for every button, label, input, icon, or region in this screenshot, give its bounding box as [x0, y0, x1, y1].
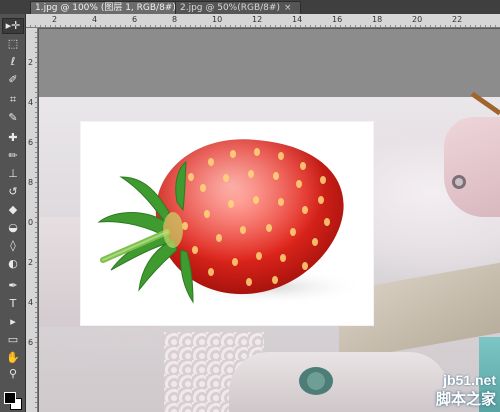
clone-stamp-icon[interactable]: ⊥	[2, 166, 24, 182]
move-icon[interactable]: ▸✛	[2, 18, 24, 34]
tab-label: 2.jpg @ 50%(RGB/8#)	[180, 3, 280, 13]
history-brush-icon[interactable]: ↺	[2, 184, 24, 200]
crop-icon[interactable]: ⌗	[2, 92, 24, 108]
ruler-tick-label: 2	[52, 15, 58, 24]
photo-flower	[299, 367, 333, 395]
ruler-tick-label: 4	[28, 98, 34, 107]
watermark: jb51.net 脚本之家	[436, 372, 496, 409]
dodge-icon[interactable]: ◐	[2, 256, 24, 272]
photo-pencil	[470, 91, 500, 116]
document-tab-bar: 1.jpg @ 100% (图层 1, RGB/8#) * × 2.jpg @ 5…	[0, 0, 500, 14]
ruler-tick-label: 12	[252, 15, 263, 24]
ruler-tick-label: 8	[172, 15, 178, 24]
vertical-ruler[interactable]: 2 4 6 8 0 2 4 6	[26, 28, 38, 412]
ruler-tick-label: 6	[28, 138, 34, 147]
type-icon[interactable]: T	[2, 296, 24, 312]
paint-bucket-icon[interactable]: ◒	[2, 220, 24, 236]
tools-panel: ▸✛ ⬚ ℓ ✐ ⌗ ✎ ✚ ✏ ⊥ ↺ ◆ ◒ ◊ ◐ ✒ T ▸ ▭ ✋ ⚲	[0, 14, 26, 412]
eyedropper-icon[interactable]: ✎	[2, 110, 24, 126]
ruler-tick-label: 22	[452, 15, 463, 24]
photo-ring	[452, 175, 466, 189]
shape-icon[interactable]: ▭	[2, 332, 24, 348]
close-icon[interactable]: ×	[284, 3, 292, 13]
ruler-tick-label: 2	[28, 58, 34, 67]
blur-icon[interactable]: ◊	[2, 238, 24, 254]
zoom-icon[interactable]: ⚲	[2, 366, 24, 382]
ruler-tick-label: 14	[292, 15, 303, 24]
lasso-icon[interactable]: ℓ	[2, 54, 24, 70]
tab-2-jpg[interactable]: 2.jpg @ 50%(RGB/8#) ×	[175, 1, 301, 14]
color-swatches[interactable]	[4, 384, 24, 412]
strawberry-layer[interactable]	[81, 122, 373, 325]
ruler-tick-label: 4	[92, 15, 98, 24]
ruler-tick-label: 20	[412, 15, 423, 24]
ruler-tick-label: 6	[132, 15, 138, 24]
ruler-tick-label: 10	[212, 15, 223, 24]
photo-hand	[444, 117, 500, 217]
watermark-text: 脚本之家	[435, 391, 496, 408]
photo-pillow	[229, 352, 449, 412]
marquee-icon[interactable]: ⬚	[2, 36, 24, 52]
quick-select-icon[interactable]: ✐	[2, 72, 24, 88]
ruler-tick-label: 8	[28, 178, 34, 187]
hand-icon[interactable]: ✋	[2, 350, 24, 366]
tab-label: 1.jpg @ 100% (图层 1, RGB/8#) *	[35, 3, 184, 13]
document-canvas[interactable]: jb51.net 脚本之家	[39, 29, 500, 412]
ruler-tick-label: 18	[372, 15, 383, 24]
foreground-color-swatch[interactable]	[4, 392, 16, 404]
ruler-tick-label: 4	[28, 298, 34, 307]
pen-icon[interactable]: ✒	[2, 278, 24, 294]
horizontal-ruler[interactable]: 2 4 6 8 10 12 14 16 18 20 22	[26, 14, 500, 28]
ruler-tick-label: 2	[28, 258, 34, 267]
eraser-icon[interactable]: ◆	[2, 202, 24, 218]
ruler-tick-label: 6	[28, 338, 34, 347]
ruler-tick-label: 0	[28, 218, 34, 227]
strawberry-image	[97, 139, 366, 305]
brush-icon[interactable]: ✏	[2, 148, 24, 164]
watermark-url: jb51.net	[443, 372, 496, 388]
ruler-tick-label: 16	[332, 15, 343, 24]
healing-brush-icon[interactable]: ✚	[2, 130, 24, 146]
path-select-icon[interactable]: ▸	[2, 314, 24, 330]
